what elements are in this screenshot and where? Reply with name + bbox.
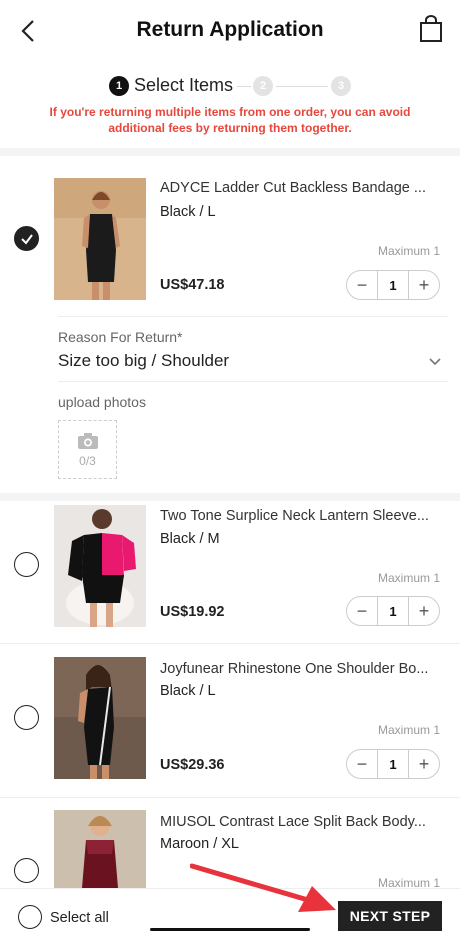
quantity-value: 1 (377, 597, 409, 625)
reason-label: Reason For Return* (58, 329, 183, 345)
product-price: US$47.18 (160, 277, 225, 293)
quantity-stepper: − 1 + (346, 270, 440, 300)
product-variant: Black / M (160, 531, 220, 547)
item-checkbox[interactable] (14, 552, 39, 577)
quantity-stepper: − 1 + (346, 596, 440, 626)
step-connector (237, 86, 251, 87)
product-image[interactable] (54, 505, 146, 627)
product-image[interactable] (54, 178, 146, 300)
product-variant: Maroon / XL (160, 836, 239, 852)
select-all-label[interactable]: Select all (50, 910, 109, 926)
row-divider (0, 643, 460, 644)
step-1-label: Select Items (134, 75, 234, 95)
check-icon (20, 233, 33, 245)
item-checkbox-selected[interactable] (14, 226, 39, 251)
increase-button[interactable]: + (409, 750, 439, 778)
chevron-down-icon (429, 358, 441, 366)
product-name: Joyfunear Rhinestone One Shoulder Bo... (160, 661, 429, 677)
item-checkbox[interactable] (14, 705, 39, 730)
header-bar: Return Application (0, 0, 460, 60)
upload-photos-label: upload photos (58, 394, 146, 410)
upload-photo-button[interactable]: 0/3 (58, 420, 117, 479)
next-step-button[interactable]: NEXT STEP (338, 901, 442, 931)
increase-button[interactable]: + (409, 271, 439, 299)
upload-count: 0/3 (79, 453, 96, 468)
step-connector (276, 86, 328, 87)
quantity-value: 1 (377, 271, 409, 299)
product-name: MIUSOL Contrast Lace Split Back Body... (160, 814, 426, 830)
quantity-value: 1 (377, 750, 409, 778)
quantity-stepper: − 1 + (346, 749, 440, 779)
step-3-indicator: 3 (331, 76, 351, 96)
step-1-indicator: 1 (109, 76, 129, 96)
decrease-button[interactable]: − (347, 750, 377, 778)
product-variant: Black / L (160, 683, 216, 699)
shopping-bag-icon[interactable] (416, 14, 446, 44)
row-divider (0, 797, 460, 798)
max-quantity: Maximum 1 (377, 244, 440, 258)
select-all-checkbox[interactable] (18, 905, 42, 929)
product-name: ADYCE Ladder Cut Backless Bandage ... (160, 180, 426, 196)
section-divider (0, 493, 460, 501)
page-title: Return Application (136, 18, 324, 41)
product-image[interactable] (54, 657, 146, 779)
reason-value: Size too big / Shoulder (58, 351, 230, 370)
camera-icon (77, 432, 98, 449)
product-image[interactable] (54, 810, 146, 888)
decrease-button[interactable]: − (347, 271, 377, 299)
item-checkbox[interactable] (14, 858, 39, 883)
max-quantity: Maximum 1 (377, 723, 440, 737)
product-price: US$19.92 (160, 604, 225, 620)
step-progress: 1 Select Items 2 3 (0, 74, 460, 98)
decrease-button[interactable]: − (347, 597, 377, 625)
reason-for-return-select[interactable]: Reason For Return* Size too big / Should… (58, 316, 448, 382)
return-notice: If you're returning multiple items from … (49, 105, 411, 135)
annotation-arrow-icon (190, 863, 336, 912)
product-name: Two Tone Surplice Neck Lantern Sleeve... (160, 508, 429, 524)
chevron-left-icon[interactable] (14, 16, 44, 46)
increase-button[interactable]: + (409, 597, 439, 625)
max-quantity: Maximum 1 (377, 571, 440, 585)
product-variant: Black / L (160, 204, 216, 220)
step-2-indicator: 2 (253, 76, 273, 96)
section-divider (0, 148, 460, 156)
product-price: US$29.36 (160, 757, 225, 773)
